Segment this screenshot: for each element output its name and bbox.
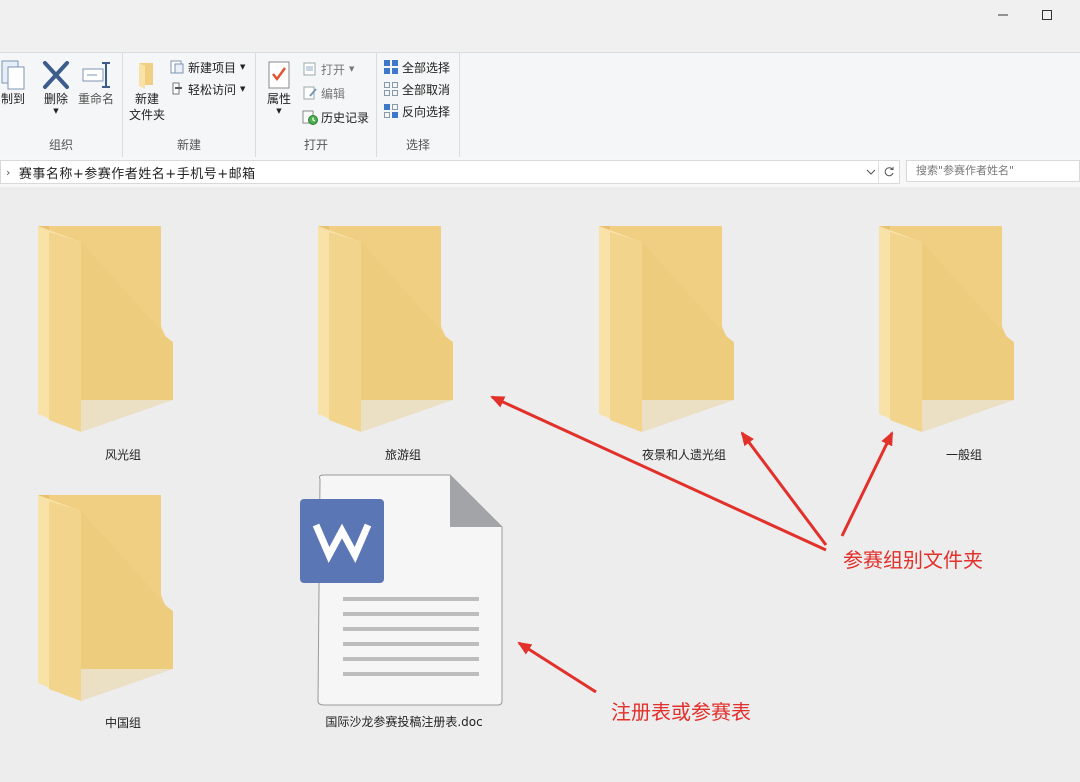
maximize-button[interactable] — [1024, 0, 1070, 30]
folder-item[interactable]: 旅游组 — [313, 224, 493, 464]
folder-icon — [313, 224, 493, 444]
dropdown-arrow-icon: ▼ — [53, 107, 59, 115]
open-button[interactable]: 打开 ▼ — [302, 59, 354, 79]
easy-access-icon — [172, 82, 182, 95]
delete-icon — [43, 61, 69, 89]
rename-button[interactable]: 重命名 — [76, 59, 116, 107]
maximize-icon — [1042, 10, 1052, 20]
select-none-icon — [384, 82, 398, 96]
annotation-register: 注册表或参赛表 — [611, 700, 751, 724]
chevron-down-icon — [866, 169, 876, 175]
folder-icon — [594, 224, 774, 444]
minimize-button[interactable] — [980, 0, 1026, 30]
invert-selection-label: 反向选择 — [402, 104, 451, 119]
folder-item[interactable]: 夜景和人遗光组 — [594, 224, 774, 464]
new-folder-button[interactable]: 新建 文件夹 — [125, 59, 169, 123]
minimize-icon — [998, 14, 1008, 16]
open-icon — [303, 62, 316, 76]
select-none-button[interactable]: 全部取消 — [383, 79, 450, 99]
folder-item[interactable]: 一般组 — [874, 224, 1054, 464]
title-bar — [0, 0, 1080, 52]
refresh-icon — [884, 167, 894, 177]
folder-item[interactable]: 风光组 — [33, 224, 213, 464]
new-folder-icon — [139, 63, 153, 89]
annotation-folders: 参赛组别文件夹 — [843, 548, 983, 572]
select-all-label: 全部选择 — [402, 60, 451, 75]
rename-icon — [82, 62, 110, 88]
ribbon-group-select: 全部选择 全部取消 反向选择 选择 — [377, 53, 460, 157]
refresh-button[interactable] — [878, 161, 899, 183]
easy-access-button[interactable]: 轻松访问 ▼ — [169, 79, 245, 99]
file-area: 风光组 旅游组 夜景和人遗光组 一般组 中国组 国际沙龙参赛投稿注册表.doc — [0, 188, 1080, 782]
folder-name: 一般组 — [945, 448, 982, 462]
copy-to-icon — [1, 60, 25, 90]
select-all-icon — [384, 60, 398, 74]
ribbon-group-organize: 制到 删除 ▼ 重命名 组织 — [0, 53, 123, 157]
delete-button[interactable]: 删除 ▼ — [38, 59, 74, 115]
folder-name: 中国组 — [104, 716, 141, 730]
breadcrumb-chevron-icon: › — [6, 165, 11, 179]
properties-icon — [268, 61, 290, 89]
edit-button[interactable]: 编辑 — [302, 83, 345, 103]
edit-icon — [303, 86, 317, 100]
copy-to-button[interactable]: 制到 — [0, 59, 26, 107]
invert-selection-button[interactable]: 反向选择 — [383, 101, 450, 121]
ribbon-group-open: 属性 ▼ 打开 ▼ 编辑 历史记录 打开 — [256, 53, 377, 157]
history-dropdown-button[interactable] — [864, 162, 878, 182]
group-label-open: 打开 — [303, 138, 328, 152]
group-label-organize: 组织 — [48, 138, 73, 152]
new-item-icon — [170, 60, 184, 74]
group-label-new: 新建 — [176, 138, 201, 152]
history-icon — [302, 110, 318, 125]
edit-label: 编辑 — [321, 86, 346, 101]
rename-label: 重命名 — [77, 92, 114, 106]
new-item-button[interactable]: 新建项目 ▼ — [169, 57, 245, 77]
folder-name: 旅游组 — [384, 448, 421, 462]
select-all-button[interactable]: 全部选择 — [383, 57, 450, 77]
ribbon: 制到 删除 ▼ 重命名 组织 新建 文件夹 新建项目 ▼ 轻松访问 ▼ 新建 属… — [0, 52, 1080, 158]
select-none-label: 全部取消 — [402, 82, 451, 97]
new-folder-label-2: 文件夹 — [128, 108, 165, 122]
history-button[interactable]: 历史记录 — [302, 107, 369, 127]
search-input[interactable]: 搜索"参赛作者姓名" — [906, 160, 1080, 182]
folder-name: 夜景和人遗光组 — [641, 448, 726, 462]
folder-name: 风光组 — [104, 448, 141, 462]
new-folder-label-1: 新建 — [134, 92, 159, 106]
dropdown-arrow-icon: ▼ — [240, 85, 246, 93]
wps-document-icon — [300, 474, 503, 706]
folder-icon — [874, 224, 1054, 444]
history-label: 历史记录 — [321, 110, 370, 125]
properties-label: 属性 — [266, 92, 291, 106]
easy-access-label: 轻松访问 — [188, 82, 237, 97]
folder-icon — [33, 224, 213, 444]
address-bar-area: › 赛事名称+参赛作者姓名+手机号+邮箱 搜索"参赛作者姓名" — [0, 157, 1080, 187]
open-label: 打开 — [321, 62, 346, 77]
document-name: 国际沙龙参赛投稿注册表.doc — [325, 715, 483, 729]
folder-item[interactable]: 中国组 — [33, 493, 213, 733]
group-label-select: 选择 — [405, 138, 430, 152]
invert-selection-icon — [384, 104, 398, 118]
new-item-label: 新建项目 — [188, 60, 237, 75]
delete-label: 删除 — [43, 92, 68, 106]
dropdown-arrow-icon: ▼ — [276, 107, 282, 115]
document-item[interactable]: 国际沙龙参赛投稿注册表.doc — [298, 473, 518, 735]
copy-to-label: 制到 — [0, 92, 25, 106]
properties-button[interactable]: 属性 ▼ — [262, 59, 296, 115]
address-bar[interactable]: › 赛事名称+参赛作者姓名+手机号+邮箱 — [0, 160, 900, 184]
dropdown-arrow-icon: ▼ — [240, 63, 246, 71]
folder-icon — [33, 493, 213, 713]
ribbon-group-new: 新建 文件夹 新建项目 ▼ 轻松访问 ▼ 新建 — [123, 53, 256, 157]
dropdown-arrow-icon: ▼ — [349, 65, 355, 73]
breadcrumb-path[interactable]: 赛事名称+参赛作者姓名+手机号+邮箱 — [19, 163, 256, 182]
